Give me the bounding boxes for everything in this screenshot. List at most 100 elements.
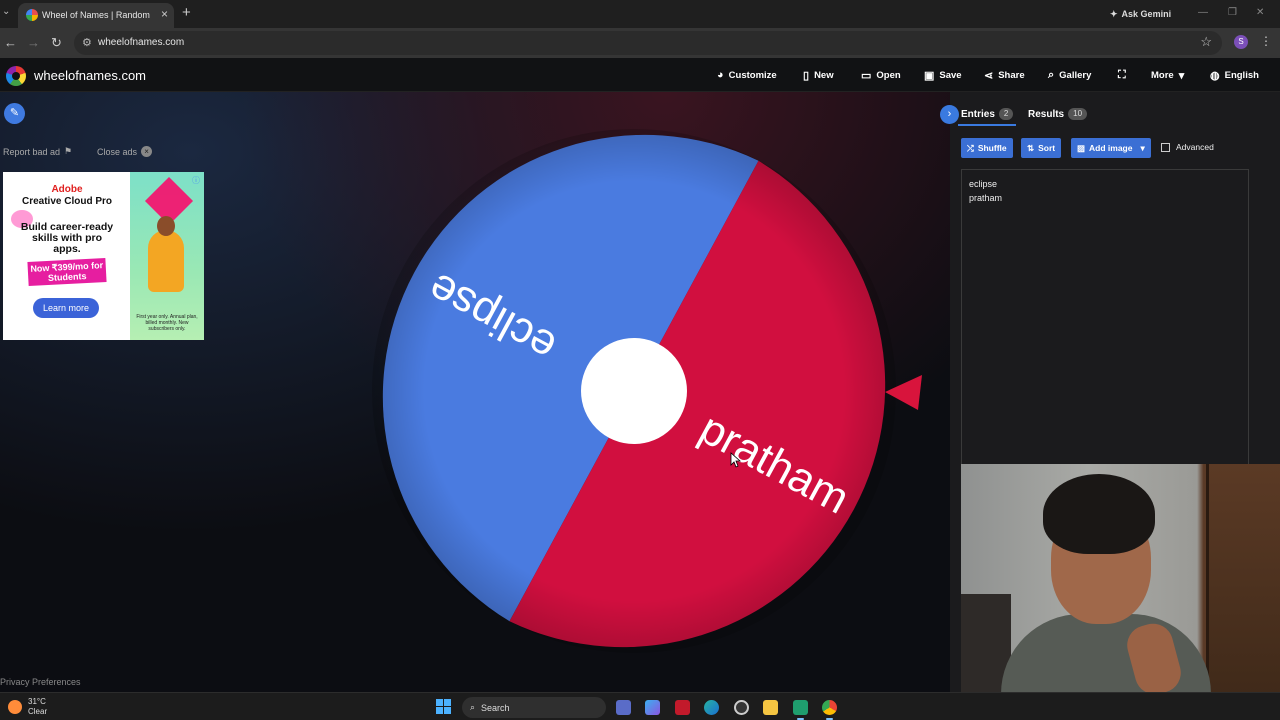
chevron-down-icon: ▾ <box>1178 70 1185 82</box>
menu-label: More <box>1151 70 1174 81</box>
search-icon: ⌕ <box>1048 69 1055 81</box>
menu-language[interactable]: ◍ English <box>1210 69 1259 82</box>
menu-label: English <box>1224 70 1259 81</box>
folder-icon: ▭ <box>861 70 872 82</box>
browser-tab[interactable]: Wheel of Names | Random name picker × <box>18 3 174 28</box>
menu-share[interactable]: ⋖ Share <box>984 69 1025 82</box>
ask-gemini-button[interactable]: ✦ Ask Gemini <box>1104 5 1177 23</box>
tab-results[interactable]: Results 10 <box>1028 108 1088 120</box>
menu-label: Open <box>876 70 901 81</box>
active-tab-indicator <box>958 124 1016 126</box>
ad-illustration: First year only. Annual plan, billed mon… <box>130 172 204 340</box>
close-window-icon[interactable]: ✕ <box>1256 7 1264 18</box>
menu-gallery[interactable]: ⌕ Gallery <box>1048 69 1091 82</box>
flag-icon: ⚑ <box>64 146 73 156</box>
add-image-label: Add image <box>1089 143 1133 153</box>
ad-info-icon[interactable]: ⓘ <box>192 175 200 186</box>
fullscreen-icon: ⛶ <box>1118 69 1126 81</box>
globe-icon: ◍ <box>1210 70 1220 82</box>
entries-textarea[interactable]: eclipse pratham <box>961 169 1249 469</box>
ad-brand: Adobe <box>51 184 83 195</box>
ask-gemini-label: Ask Gemini <box>1121 9 1172 19</box>
advanced-toggle[interactable]: Advanced <box>1161 142 1214 152</box>
menu-open[interactable]: ▭ Open <box>861 69 901 82</box>
profile-avatar[interactable]: S <box>1234 35 1248 49</box>
collapse-panel-icon[interactable]: › <box>940 105 959 124</box>
menu-label: Share <box>998 70 1025 81</box>
menu-label: Customize <box>728 69 777 81</box>
back-icon[interactable]: ← <box>4 35 17 50</box>
bookmark-star-icon[interactable]: ☆ <box>1200 34 1212 50</box>
background-door <box>1206 464 1280 720</box>
copilot-icon[interactable] <box>645 700 660 715</box>
site-info-icon[interactable]: ⚙ <box>82 36 92 49</box>
close-tab-icon[interactable]: × <box>161 7 168 21</box>
share-icon: ⋖ <box>984 70 994 82</box>
report-ad-label: Report bad ad <box>3 146 61 157</box>
advanced-label: Advanced <box>1176 142 1214 152</box>
results-count-badge: 10 <box>1068 108 1088 120</box>
browser-menu-icon[interactable]: ⋮ <box>1260 34 1272 48</box>
file-explorer-icon[interactable] <box>763 700 778 715</box>
edge-icon[interactable] <box>704 700 719 715</box>
menu-label: Save <box>939 70 962 81</box>
site-header: wheelofnames.com ◕ Customize ▯ New ▭ Open ▣… <box>0 58 1280 92</box>
advertisement[interactable]: Adobe Creative Cloud Pro Build career-re… <box>3 172 204 340</box>
weather-temp: 31°C <box>28 697 46 706</box>
menu-more[interactable]: More ▾ <box>1151 69 1184 82</box>
close-ads-label: Close ads <box>97 146 138 157</box>
shuffle-icon: ⤮ <box>967 142 974 153</box>
weather-sun-icon <box>8 700 22 714</box>
wheel-favicon-icon <box>26 9 38 21</box>
tab-label: Results <box>1028 108 1065 120</box>
gemini-sparkle-icon: ✦ <box>1110 8 1118 19</box>
restore-icon[interactable]: ❐ <box>1228 7 1237 18</box>
tab-entries[interactable]: Entries 2 <box>961 108 1014 120</box>
site-name[interactable]: wheelofnames.com <box>34 68 146 83</box>
sort-icon: ⇅ <box>1027 142 1035 153</box>
name-wheel[interactable]: eclipse pratham <box>360 120 940 665</box>
site-logo-icon[interactable] <box>6 66 26 86</box>
fullscreen-button[interactable]: ⛶ <box>1118 69 1126 82</box>
weather-widget[interactable]: 31°C Clear <box>8 697 47 717</box>
ad-learn-more-button[interactable]: Learn more <box>33 298 99 318</box>
sort-button[interactable]: ⇅ Sort <box>1021 138 1062 158</box>
taskbar-search[interactable]: ⌕ Search <box>462 697 606 718</box>
address-bar[interactable]: ⚙ wheelofnames.com ☆ <box>74 31 1222 55</box>
close-ads-link[interactable]: Close ads × <box>97 146 153 157</box>
ad-person-image <box>148 230 184 292</box>
edit-pencil-icon[interactable]: ✎ <box>4 103 25 124</box>
menu-customize[interactable]: ◕ Customize <box>717 69 777 81</box>
reload-icon[interactable]: ↻ <box>51 35 62 51</box>
file-icon: ▯ <box>803 70 810 82</box>
report-bad-ad-link[interactable]: Report bad ad ⚑ <box>3 146 72 157</box>
tab-search-icon[interactable]: ⌄ <box>2 6 10 17</box>
menu-save[interactable]: ▣ Save <box>924 69 962 82</box>
entries-count-badge: 2 <box>998 108 1014 120</box>
windows-start-icon[interactable] <box>436 699 451 714</box>
app-green-icon[interactable] <box>793 700 808 720</box>
forward-icon[interactable]: → <box>27 35 40 50</box>
image-icon: ▨ <box>1077 142 1086 153</box>
url-text: wheelofnames.com <box>98 37 185 48</box>
menu-new[interactable]: ▯ New <box>803 69 834 82</box>
ad-offer: Now ₹399/mo for Students <box>27 257 107 287</box>
browser-toolbar: ← → ↻ ⚙ wheelofnames.com ☆ <box>0 28 1280 58</box>
new-tab-icon[interactable]: + <box>182 4 191 21</box>
minimize-icon[interactable]: — <box>1198 7 1208 18</box>
close-icon: × <box>141 146 153 157</box>
wheel-center-button[interactable] <box>581 338 687 444</box>
add-image-button[interactable]: ▨ Add image ▾ <box>1071 138 1151 158</box>
app-red-icon[interactable] <box>675 700 690 715</box>
menu-label: Gallery <box>1059 70 1092 81</box>
advanced-checkbox[interactable] <box>1161 142 1170 152</box>
chrome-icon[interactable] <box>822 700 837 720</box>
shuffle-button[interactable]: ⤮ Shuffle <box>961 138 1013 158</box>
privacy-preferences-link[interactable]: Privacy Preferences <box>0 677 81 687</box>
search-icon: ⌕ <box>470 702 476 712</box>
weather-condition: Clear <box>28 707 48 716</box>
tab-title: Wheel of Names | Random name picker <box>42 10 152 20</box>
app-circle-icon[interactable] <box>734 700 749 715</box>
person-hair <box>1043 474 1155 554</box>
task-view-icon[interactable] <box>616 700 631 715</box>
